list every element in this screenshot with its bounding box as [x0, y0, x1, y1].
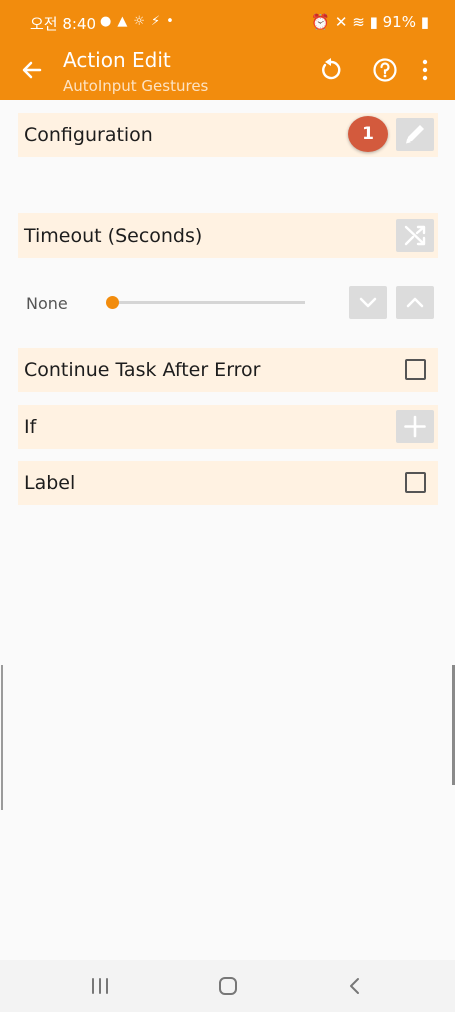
page-subtitle: AutoInput Gestures: [63, 77, 209, 95]
signal-icon: ▮: [369, 13, 378, 31]
alarm-icon: ⏰: [311, 13, 331, 31]
bolt-icon: ⚡: [151, 14, 167, 29]
home-icon: [219, 977, 237, 995]
reset-button[interactable]: [317, 56, 345, 84]
more-options-button[interactable]: [418, 56, 432, 84]
more-vert-icon: [422, 59, 428, 81]
chevron-up-icon: [406, 297, 424, 308]
chevron-left-icon: [350, 978, 359, 994]
help-icon: [373, 58, 397, 82]
label-label: Label: [24, 472, 76, 494]
configuration-count-badge[interactable]: 1: [348, 116, 388, 152]
timeout-slider-thumb[interactable]: [106, 296, 119, 309]
wifi-icon: ≋: [352, 13, 365, 31]
plus-icon: [404, 415, 426, 438]
configuration-row: Configuration 1: [18, 113, 438, 157]
battery-text: 91%: [382, 13, 416, 31]
timeout-variable-button[interactable]: [396, 219, 434, 252]
system-icons: ⏰ ✕ ≋ ▮ 91% ▮: [311, 13, 429, 31]
timeout-increase-button[interactable]: [396, 286, 434, 319]
status-time: 오전 8:40: [30, 15, 97, 33]
app-bar: Action Edit AutoInput Gestures: [0, 42, 455, 100]
continue-after-error-checkbox[interactable]: [405, 359, 426, 380]
mute-icon: ✕: [334, 13, 348, 31]
reset-icon: [322, 58, 341, 80]
back-button[interactable]: [20, 56, 44, 84]
continue-after-error-row: Continue Task After Error: [18, 348, 438, 392]
pencil-icon: [406, 125, 424, 144]
notification-icons: ●▲☼⚡•: [100, 14, 180, 29]
system-nav-bar: [0, 960, 455, 1012]
timeout-value-label: None: [26, 294, 68, 313]
label-checkbox[interactable]: [405, 472, 426, 493]
recent-apps-icon: [92, 978, 108, 994]
timeout-slider-track[interactable]: [112, 301, 305, 304]
status-bar: 오전 8:40 ●▲☼⚡• ⏰ ✕ ≋ ▮ 91% ▮: [0, 0, 455, 42]
weather-icon: ☼: [133, 14, 151, 29]
phone-screen: 오전 8:40 ●▲☼⚡• ⏰ ✕ ≋ ▮ 91% ▮ Action Edit …: [0, 0, 455, 1012]
help-button[interactable]: [371, 56, 399, 84]
chat-icon: ●: [100, 14, 118, 29]
timeout-decrease-button[interactable]: [349, 286, 387, 319]
continue-after-error-label: Continue Task After Error: [24, 359, 261, 381]
battery-icon: ▮: [420, 13, 429, 31]
configuration-label: Configuration: [24, 124, 153, 146]
a-icon: ▲: [117, 14, 134, 29]
shuffle-icon: [404, 225, 426, 246]
chevron-down-icon: [359, 297, 377, 308]
add-condition-button[interactable]: [396, 410, 434, 443]
arrow-left-icon: [22, 61, 42, 79]
edit-configuration-button[interactable]: [396, 118, 434, 151]
if-row: If: [18, 405, 438, 449]
label-row: Label: [18, 461, 438, 505]
timeout-row: Timeout (Seconds): [18, 213, 438, 258]
home-button[interactable]: [216, 974, 240, 998]
dot-icon: •: [166, 14, 180, 29]
recent-apps-button[interactable]: [88, 974, 112, 998]
edge-line-left: [1, 665, 3, 810]
back-nav-button[interactable]: [343, 974, 367, 998]
page-title: Action Edit: [63, 48, 171, 72]
if-label: If: [24, 416, 37, 438]
timeout-label: Timeout (Seconds): [24, 225, 203, 247]
